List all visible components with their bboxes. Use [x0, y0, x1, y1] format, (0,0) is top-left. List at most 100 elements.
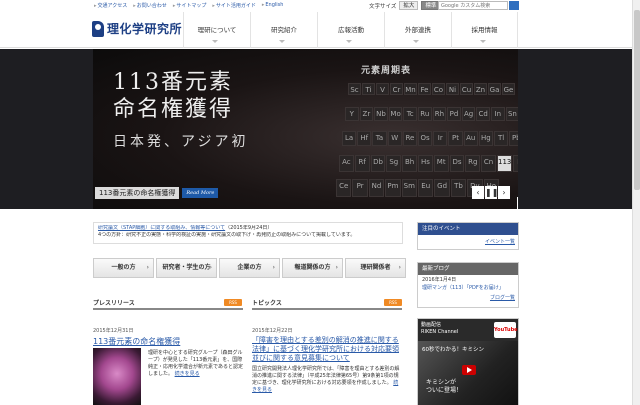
youtube-label: 動画配信 RIKEN Channel: [421, 322, 459, 335]
youtube-logo-icon[interactable]: YouTube: [494, 322, 518, 338]
press-headline[interactable]: 113番元素の命名権獲得: [93, 337, 243, 346]
read-more-button[interactable]: Read More: [182, 188, 219, 198]
nav-research[interactable]: 研究紹介: [250, 12, 317, 48]
element-cell: Hf: [357, 131, 372, 146]
play-icon[interactable]: [462, 365, 476, 375]
element-cell: Re: [402, 131, 417, 146]
audience-general-button[interactable]: 一般の方: [93, 258, 154, 278]
topics-headline[interactable]: 「障害を理由とする差別の解消の推進に関する法律」に基づく理化学研究所における対応…: [252, 336, 402, 363]
element-cell: Co: [432, 83, 445, 95]
text-size-large-button[interactable]: 拡大: [399, 1, 419, 10]
audience-nav: 一般の方 研究者・学生の方 企業の方 報道関係の方 理研関係者: [93, 258, 406, 278]
element-cell: Rg: [465, 155, 481, 172]
element-cell: Ti: [362, 83, 375, 95]
element-cell: Nb: [374, 107, 388, 121]
nav-pr[interactable]: 広報活動: [317, 12, 384, 48]
press-body: 理研を中心とする研究グループ（森田グループ）が発見した「113番元素」を、国際純…: [148, 350, 243, 377]
utility-link-guide[interactable]: サイト活用ガイド: [212, 2, 256, 9]
element-cell: Ga: [488, 83, 501, 95]
hero-caption-text[interactable]: 113番元素の命名権獲得: [95, 187, 180, 199]
nav-careers[interactable]: 採用情報: [451, 12, 518, 48]
notice-link[interactable]: 研究論文（STAP細胞）に関する取組み、情報等について: [98, 225, 225, 231]
search-button[interactable]: [509, 1, 519, 10]
text-size-control: 文字サイズ 拡大 標準: [369, 1, 441, 10]
element-cell: 113: [497, 155, 512, 172]
important-notice: 研究論文（STAP細胞）に関する取組み、情報等について（2015年9月24日） …: [93, 222, 403, 244]
slider-pause-button[interactable]: ❚❚: [485, 186, 498, 199]
element-cell: Au: [463, 131, 478, 146]
element-cell: Cu: [460, 83, 473, 95]
riken-logo[interactable]: 理化学研究所: [92, 20, 182, 37]
notice-date: （2015年9月24日）: [225, 225, 273, 231]
hero-slide[interactable]: 113番元素 命名権獲得 日本発、アジア初 元素周期表 Sc Ti V Cr Mn Fe C…: [93, 49, 518, 209]
audience-researcher-button[interactable]: 研究者・学生の方: [156, 258, 217, 278]
element-cell: Mt: [433, 155, 449, 172]
element-cell: Ds: [449, 155, 465, 172]
hero-title: 113番元素 命名権獲得: [113, 69, 233, 123]
element-cell: La: [342, 131, 357, 146]
element-cell: Tl: [494, 131, 509, 146]
global-nav: 理研について 研究紹介 広報活動 外部連携 採用情報: [183, 12, 518, 48]
video-caption: キミシンが ついに登場！: [426, 379, 463, 394]
search-input[interactable]: [438, 1, 508, 10]
hero-banner-area: 113番元素 命名権獲得 日本発、アジア初 元素周期表 Sc Ti V Cr Mn Fe C…: [0, 49, 640, 209]
utility-bar: 交通アクセス お問い合わせ サイトマップ サイト活用ガイド English 文字…: [0, 0, 640, 10]
page-scrollbar[interactable]: [632, 0, 640, 405]
utility-links: 交通アクセス お問い合わせ サイトマップ サイト活用ガイド English: [94, 2, 284, 9]
youtube-channel-box: 動画配信 RIKEN Channel YouTube 60秒でわかる！キミシン キ…: [417, 318, 519, 405]
element-cell: Rf: [354, 155, 370, 172]
element-cell: Db: [370, 155, 386, 172]
element-cell: Ir: [433, 131, 448, 146]
element-cell: Mn: [404, 83, 417, 95]
press-more-link[interactable]: 続きを見る: [175, 371, 200, 377]
blog-entry-link[interactable]: 理研マンガ（113）「PDFをお届け」: [418, 283, 518, 291]
utility-link-english[interactable]: English: [262, 2, 283, 9]
element-cell: Ni: [446, 83, 459, 95]
events-list-link[interactable]: イベント一覧: [418, 235, 518, 245]
element-cell: In: [491, 107, 505, 121]
hero-side-left: [0, 49, 93, 209]
audience-press-button[interactable]: 報道関係の方: [282, 258, 343, 278]
notice-detail: 4つの方針：研究不正の実態・科学的検証の実施・研究論文の取下げ・再発防止の取組み…: [98, 232, 356, 238]
element-cell: Ac: [339, 155, 354, 172]
blog-list-link[interactable]: ブログ一覧: [418, 291, 518, 301]
element-cell: Rh: [432, 107, 447, 121]
topics-rss-icon[interactable]: RSS: [384, 299, 402, 306]
topics-heading: トピックス: [252, 298, 402, 310]
audience-business-button[interactable]: 企業の方: [219, 258, 280, 278]
logo-text: 理化学研究所: [107, 22, 183, 36]
element-cell: Mo: [388, 107, 403, 121]
element-cell: Cn: [481, 155, 496, 172]
press-heading: プレスリリース: [93, 298, 243, 310]
slider-next-button[interactable]: ›: [498, 186, 510, 199]
youtube-header: 動画配信 RIKEN Channel YouTube: [418, 319, 518, 341]
element-cell: Os: [418, 131, 433, 146]
hero-caption: 113番元素の命名権獲得 Read More: [93, 186, 518, 200]
hero-title-line1: 113番元素: [113, 70, 233, 95]
element-cell: V: [376, 83, 389, 95]
topics-date: 2015年12月22日: [252, 328, 293, 334]
utility-link-sitemap[interactable]: サイトマップ: [173, 2, 206, 9]
element-cell: Cr: [390, 83, 403, 95]
nav-partnership[interactable]: 外部連携: [384, 12, 451, 48]
element-cell: Bh: [402, 155, 417, 172]
element-cell: Sn: [505, 107, 518, 121]
element-cell: Fl: [512, 155, 518, 172]
slider-prev-button[interactable]: ‹: [472, 186, 484, 199]
element-cell: Hs: [418, 155, 433, 172]
utility-link-access[interactable]: 交通アクセス: [94, 2, 128, 9]
audience-staff-button[interactable]: 理研関係者: [345, 258, 406, 278]
nav-about[interactable]: 理研について: [183, 12, 250, 48]
element-cell: Zr: [359, 107, 374, 121]
video-player[interactable]: 60秒でわかる！キミシン キミシンが ついに登場！: [418, 341, 518, 405]
element-cell: Fe: [418, 83, 431, 95]
element-cell: Pb: [509, 131, 518, 146]
video-title: 60秒でわかる！キミシン: [422, 347, 484, 353]
utility-link-contact[interactable]: お問い合わせ: [133, 2, 167, 9]
element-cell: Cd: [476, 107, 490, 121]
press-thumbnail[interactable]: [93, 348, 141, 405]
press-rss-icon[interactable]: RSS: [224, 299, 242, 306]
element-cell: Sg: [386, 155, 402, 172]
scrollbar-thumb[interactable]: [634, 10, 640, 190]
element-cell: Pt: [448, 131, 463, 146]
